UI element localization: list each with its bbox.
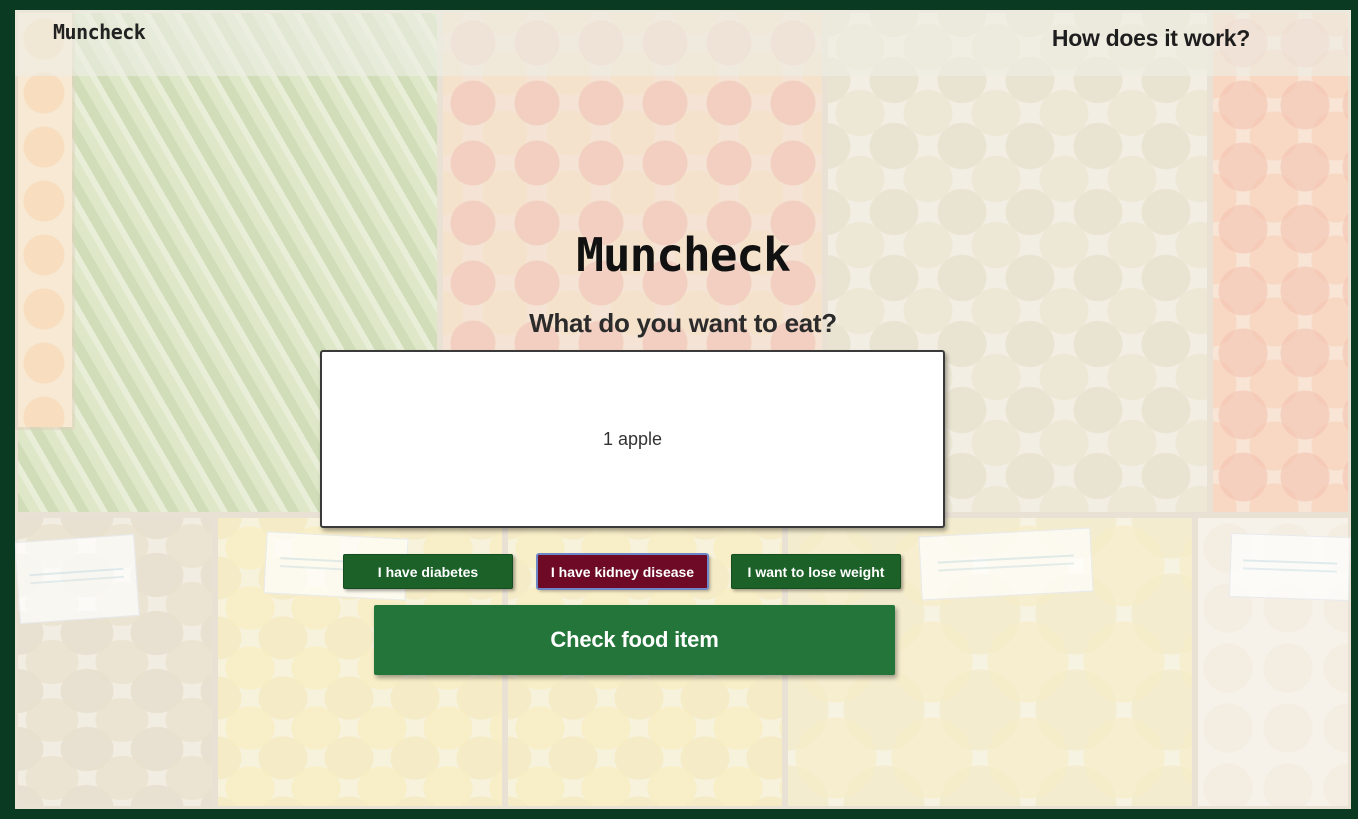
check-food-item-button[interactable]: Check food item — [374, 605, 895, 675]
kidney-disease-button[interactable]: I have kidney disease — [536, 553, 709, 590]
top-navbar: Muncheck How does it work? — [15, 10, 1351, 76]
brand-logo[interactable]: Muncheck — [53, 20, 146, 44]
food-prompt-label: What do you want to eat? — [529, 308, 837, 338]
lose-weight-button[interactable]: I want to lose weight — [731, 554, 901, 589]
how-does-it-work-link[interactable]: How does it work? — [1052, 25, 1250, 52]
app-window: Muncheck How does it work? Muncheck What… — [15, 10, 1351, 809]
diabetes-button[interactable]: I have diabetes — [343, 554, 513, 589]
food-input[interactable] — [320, 350, 945, 528]
page-title: Muncheck — [576, 228, 791, 282]
